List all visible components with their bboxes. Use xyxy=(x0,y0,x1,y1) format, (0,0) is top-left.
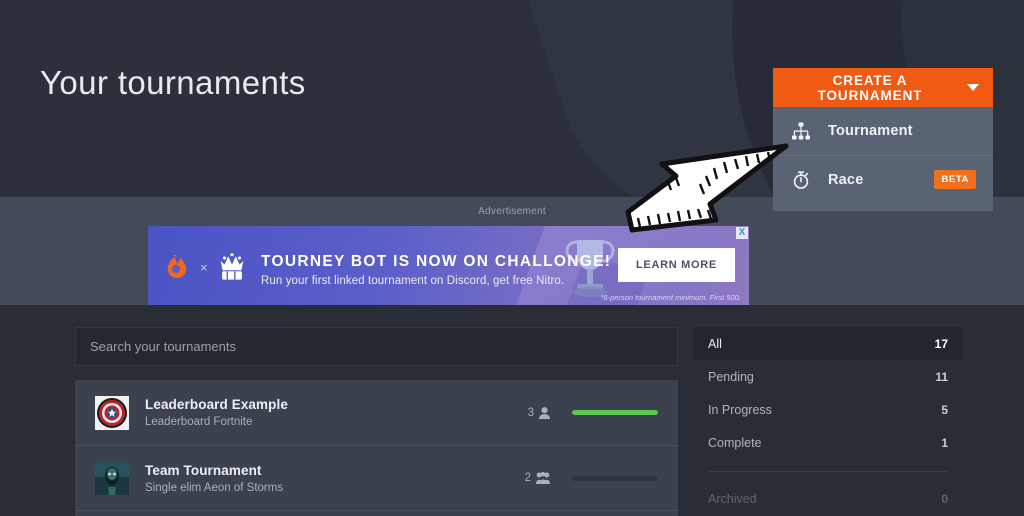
tournament-name: Leaderboard Example xyxy=(145,397,288,412)
tournament-name: Team Tournament xyxy=(145,462,262,478)
filter-divider xyxy=(708,471,948,472)
filter-count: 1 xyxy=(941,435,948,450)
participant-count: 2 xyxy=(525,472,550,484)
advertisement-label: Advertisement xyxy=(478,206,546,217)
progress-fill xyxy=(572,410,658,415)
participant-count: 3 xyxy=(528,407,550,419)
status-filter-list: All 17 Pending 11 In Progress 5 Complete… xyxy=(694,327,962,515)
team-participants-icon xyxy=(536,472,550,484)
table-row[interactable] xyxy=(75,510,678,516)
avatar xyxy=(95,395,129,430)
menu-item-tournament[interactable]: Tournament xyxy=(773,107,993,155)
row-meta: 3 xyxy=(528,407,658,419)
filter-count: 17 xyxy=(934,336,948,351)
tournament-description: Single elim Aeon of Storms xyxy=(145,481,284,494)
filter-item-all[interactable]: All 17 xyxy=(694,327,962,360)
filter-item-archived[interactable]: Archived 0 xyxy=(694,482,962,515)
progress-bar xyxy=(572,475,658,481)
table-row[interactable]: Leaderboard Example Leaderboard Fortnite… xyxy=(75,380,678,445)
filter-count: 11 xyxy=(935,369,948,384)
times-icon: × xyxy=(200,260,208,275)
tourneybot-crown-icon xyxy=(220,253,244,280)
stopwatch-icon xyxy=(790,169,812,191)
table-row[interactable]: Team Tournament Single elim Aeon of Stor… xyxy=(75,445,678,510)
org-chart-icon xyxy=(790,120,812,142)
menu-item-tournament-label: Tournament xyxy=(828,123,913,139)
tournament-list: Leaderboard Example Leaderboard Fortnite… xyxy=(75,380,678,516)
participant-count-value: 3 xyxy=(527,406,534,419)
challonge-flame-icon xyxy=(167,254,187,279)
participant-count-value: 2 xyxy=(524,472,531,484)
tournament-description: Leaderboard Fortnite xyxy=(145,416,253,428)
page-title: Your tournaments xyxy=(40,64,306,101)
row-text: Leaderboard Example Leaderboard Fortnite xyxy=(145,397,288,428)
search-input[interactable] xyxy=(75,327,678,366)
ad-fine-print: *8-person tournament minimum. First 500. xyxy=(600,293,741,302)
filter-item-in-progress[interactable]: In Progress 5 xyxy=(694,393,962,426)
row-text: Team Tournament Single elim Aeon of Stor… xyxy=(145,463,283,494)
create-tournament-menu: CREATE A TOURNAMENT Tournament Race BETA xyxy=(773,68,993,211)
create-dropdown-menu: Tournament Race BETA xyxy=(773,107,993,211)
filter-label: In Progress xyxy=(708,402,772,417)
menu-item-race[interactable]: Race BETA xyxy=(773,155,993,203)
progress-bar xyxy=(572,410,658,415)
single-participant-icon xyxy=(539,406,550,419)
filter-label: Pending xyxy=(708,369,754,384)
avatar xyxy=(95,461,129,495)
create-a-tournament-button[interactable]: CREATE A TOURNAMENT xyxy=(773,68,993,107)
filter-label: Complete xyxy=(708,435,762,450)
filter-count: 5 xyxy=(941,402,948,417)
filter-item-complete[interactable]: Complete 1 xyxy=(694,426,962,459)
menu-item-race-label: Race xyxy=(828,171,864,188)
chevron-down-icon xyxy=(967,84,979,91)
filter-label: All xyxy=(708,336,722,351)
beta-badge: BETA xyxy=(934,170,976,189)
page-root: Your tournaments CREATE A TOURNAMENT Tou… xyxy=(0,0,1024,516)
ad-subheadline: Run your first linked tournament on Disc… xyxy=(261,275,565,287)
filter-label: Archived xyxy=(708,491,757,506)
create-button-label: CREATE A TOURNAMENT xyxy=(817,72,923,103)
advertisement-banner[interactable]: × TOURNEY BOT IS NOW ON CHALLONGE! Run y… xyxy=(148,226,749,305)
row-meta: 2 xyxy=(525,472,658,484)
ad-headline: TOURNEY BOT IS NOW ON CHALLONGE! xyxy=(261,253,612,270)
ad-learn-more-button[interactable]: LEARN MORE xyxy=(618,248,735,282)
filter-count: 0 xyxy=(941,491,948,506)
ad-close-icon[interactable]: X xyxy=(736,227,748,239)
filter-item-pending[interactable]: Pending 11 xyxy=(694,360,962,393)
